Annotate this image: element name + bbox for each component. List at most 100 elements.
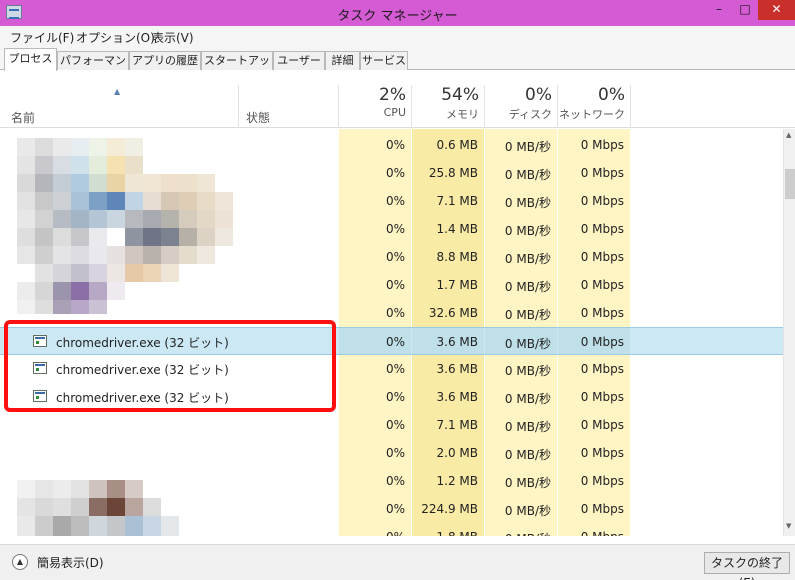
column-cpu[interactable]: 2% CPU	[334, 85, 406, 119]
cell-mem: 1.7 MB	[436, 278, 478, 292]
tab-services[interactable]: サービス	[360, 51, 408, 70]
mosaic-block	[125, 156, 143, 174]
cpu-total: 2%	[379, 85, 406, 105]
mosaic-block	[161, 516, 179, 536]
cell-net: 0 Mbps	[580, 446, 624, 460]
scroll-up-icon[interactable]: ▲	[786, 131, 791, 139]
column-status[interactable]: 状態	[246, 109, 270, 126]
column-network[interactable]: 0% ネットワーク	[553, 85, 625, 122]
mosaic-block	[215, 228, 233, 246]
cell-cpu: 0%	[385, 390, 405, 404]
cell-disk: 0 MB/秒	[504, 504, 551, 518]
tab-users[interactable]: ユーザー	[273, 51, 325, 70]
mosaic-block	[179, 174, 197, 192]
mosaic-block	[35, 138, 53, 156]
cell-cpu: 0%	[385, 250, 405, 264]
mosaic-block	[35, 174, 53, 192]
menu-view[interactable]: 表示(V)	[152, 29, 194, 46]
cell-disk: 0 MB/秒	[504, 476, 551, 490]
cell-cpu: 0%	[385, 138, 405, 152]
cell-net: 0 Mbps	[580, 418, 624, 432]
mosaic-block	[107, 192, 125, 210]
mosaic-block	[215, 192, 233, 210]
network-total: 0%	[598, 85, 625, 105]
mosaic-block	[107, 246, 125, 264]
mosaic-block	[161, 264, 179, 282]
mosaic-block	[17, 156, 35, 174]
mosaic-block	[125, 228, 143, 246]
mosaic-block	[125, 480, 143, 498]
mosaic-block	[71, 192, 89, 210]
minimize-button[interactable]: –	[706, 0, 732, 20]
simple-view-link[interactable]: 簡易表示(D)	[37, 554, 104, 571]
menu-file[interactable]: ファイル(F)	[10, 29, 74, 46]
window-title: タスク マネージャー	[337, 9, 458, 24]
cell-disk: 0 MB/秒	[504, 224, 551, 238]
cell-disk: 0 MB/秒	[504, 252, 551, 266]
mosaic-block	[17, 228, 35, 246]
mosaic-block	[143, 192, 161, 210]
mosaic-block	[35, 228, 53, 246]
vertical-scrollbar[interactable]: ▲ ▼	[783, 129, 795, 536]
cell-mem: 7.1 MB	[436, 194, 478, 208]
mosaic-block	[107, 516, 125, 536]
sort-ascending-icon: ▲	[114, 87, 121, 96]
mosaic-block	[215, 210, 233, 228]
cell-cpu: 0%	[385, 474, 405, 488]
mosaic-block	[89, 498, 107, 516]
mosaic-block	[125, 210, 143, 228]
mosaic-block	[89, 228, 107, 246]
cell-net: 0 Mbps	[580, 194, 624, 208]
mosaic-block	[71, 498, 89, 516]
maximize-button[interactable]: □	[732, 0, 758, 20]
tab-performance[interactable]: パフォーマンス	[57, 51, 129, 84]
cell-net: 0 Mbps	[580, 306, 624, 320]
mosaic-block	[107, 210, 125, 228]
mosaic-block	[125, 516, 143, 536]
cell-disk: 0 MB/秒	[504, 448, 551, 462]
title-bar: タスク マネージャー – □ ✕	[0, 0, 795, 26]
mosaic-block	[53, 498, 71, 516]
column-name[interactable]: 名前	[11, 109, 35, 126]
mosaic-block	[53, 138, 71, 156]
cell-disk: 0 MB/秒	[504, 168, 551, 182]
tab-details[interactable]: 詳細	[325, 51, 360, 70]
cell-mem: 1.2 MB	[436, 474, 478, 488]
cell-disk: 0 MB/秒	[504, 280, 551, 294]
mosaic-block	[53, 228, 71, 246]
scroll-thumb[interactable]	[785, 169, 795, 199]
mosaic-block	[17, 192, 35, 210]
tab-app-history[interactable]: アプリの履歴	[129, 51, 201, 70]
tab-bar: プロセス パフォーマンス アプリの履歴 スタートアップ ユーザー 詳細 サービス	[0, 46, 795, 84]
mosaic-block	[107, 480, 125, 498]
mosaic-block	[89, 282, 107, 300]
cell-mem: 3.6 MB	[436, 335, 478, 349]
mosaic-block	[107, 138, 125, 156]
footer-bar: ▲ 簡易表示(D) タスクの終了(E)	[0, 544, 795, 580]
mosaic-block	[143, 210, 161, 228]
tab-startup[interactable]: スタートアップ	[201, 51, 273, 84]
table-row[interactable]: 0% 7.1 MB 0 MB/秒 0 Mbps	[0, 411, 783, 439]
close-button[interactable]: ✕	[758, 0, 795, 20]
menu-options[interactable]: オプション(O)	[76, 29, 155, 46]
cell-disk: 0 MB/秒	[504, 196, 551, 210]
menu-bar: ファイル(F) オプション(O) 表示(V)	[0, 26, 795, 46]
cell-mem: 0.6 MB	[436, 138, 478, 152]
mosaic-block	[71, 210, 89, 228]
cell-cpu: 0%	[385, 446, 405, 460]
column-disk[interactable]: 0% ディスク	[480, 85, 552, 122]
column-memory[interactable]: 54% メモリ	[407, 85, 479, 122]
end-task-button[interactable]: タスクの終了(E)	[704, 552, 790, 580]
cell-net: 0 Mbps	[580, 335, 624, 349]
mosaic-block	[143, 174, 161, 192]
cpu-label: CPU	[383, 106, 406, 119]
mosaic-block	[17, 246, 35, 264]
cell-disk: 0 MB/秒	[504, 392, 551, 406]
tab-processes[interactable]: プロセス	[4, 48, 57, 71]
cell-cpu: 0%	[385, 306, 405, 320]
disk-label: ディスク	[508, 108, 552, 121]
scroll-down-icon[interactable]: ▼	[786, 522, 791, 530]
table-row[interactable]: 0% 2.0 MB 0 MB/秒 0 Mbps	[0, 439, 783, 467]
column-header: ▲ 名前 状態 2% CPU 54% メモリ 0% ディスク 0% ネットワーク	[0, 71, 795, 128]
chevron-up-icon[interactable]: ▲	[12, 554, 28, 570]
